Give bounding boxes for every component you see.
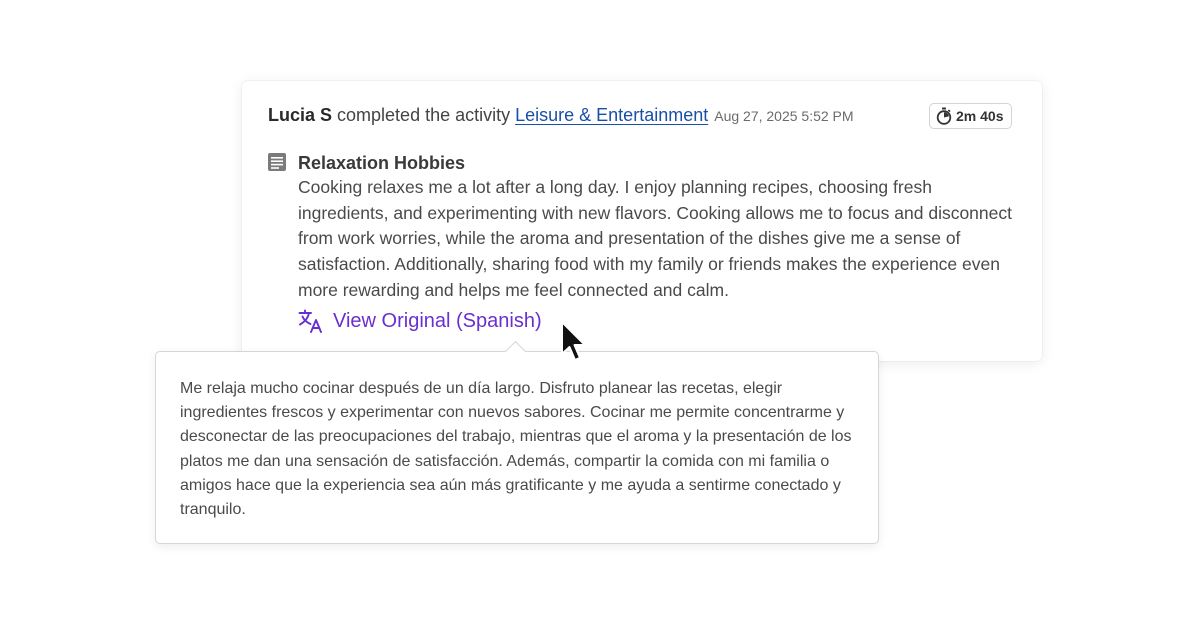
stopwatch-icon: [936, 107, 952, 125]
activity-card: Lucia S completed the activity Leisure &…: [242, 81, 1042, 361]
duration-text: 2m 40s: [956, 108, 1004, 124]
activity-header: Lucia S completed the activity Leisure &…: [268, 104, 854, 127]
user-name[interactable]: Lucia S: [268, 105, 332, 125]
stage: Lucia S completed the activity Leisure &…: [0, 0, 1200, 628]
action-text: completed the activity: [332, 105, 516, 125]
original-text: Me relaja mucho cocinar después de un dí…: [180, 380, 852, 519]
document-icon: [268, 153, 286, 171]
mouse-pointer-icon: [561, 321, 586, 361]
duration-badge: 2m 40s: [929, 103, 1013, 129]
translate-icon: [298, 309, 322, 333]
entry-title: Relaxation Hobbies: [298, 153, 466, 173]
original-text-popover: Me relaja mucho cocinar después de un dí…: [155, 340, 879, 544]
view-original-label: View Original (Spanish): [333, 309, 542, 332]
entry-body: Cooking relaxes me a lot after a long da…: [298, 177, 1012, 300]
activity-timestamp: Aug 27, 2025 5:52 PM: [714, 108, 854, 124]
activity-link[interactable]: Leisure & Entertainment: [515, 105, 708, 125]
view-original-button[interactable]: View Original (Spanish): [298, 309, 542, 333]
